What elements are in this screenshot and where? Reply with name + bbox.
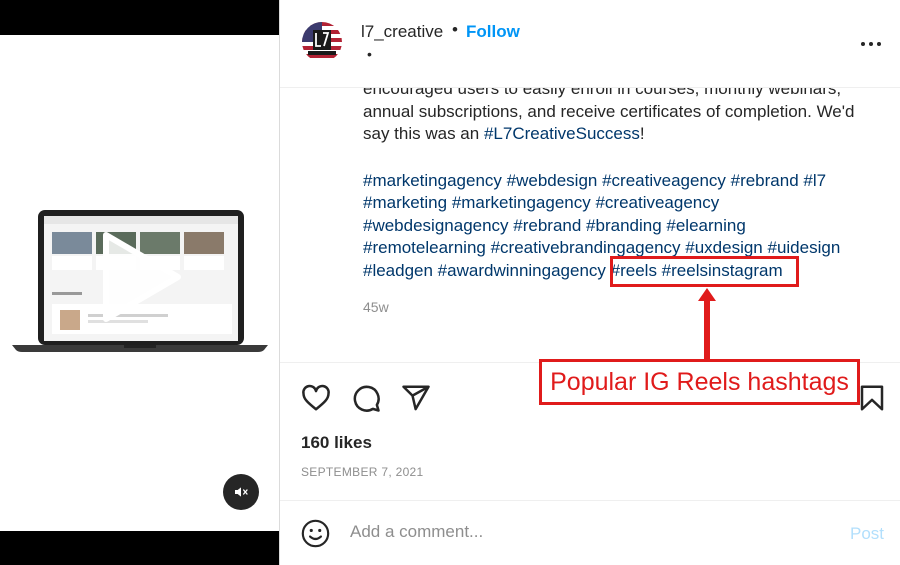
like-heart-icon[interactable] xyxy=(301,383,331,413)
instagram-post-view: encouraged users to easily enroll in cou… xyxy=(0,0,900,565)
comment-input[interactable] xyxy=(350,522,820,542)
post-age[interactable]: 45w xyxy=(363,299,389,315)
hashtag-line[interactable]: #webdesignagency #rebrand #branding #ele… xyxy=(363,215,883,238)
post-date: SEPTEMBER 7, 2021 xyxy=(301,465,424,479)
caption-line: annual subscriptions, and receive certif… xyxy=(363,101,855,121)
comment-composer: Post xyxy=(280,500,900,565)
location-dot: • xyxy=(367,46,372,62)
emoji-icon[interactable] xyxy=(301,519,330,548)
post-header: l7_creative • Follow • xyxy=(280,0,900,88)
caption-line: say this was an #L7CreativeSuccess! xyxy=(363,123,883,146)
l7-creative-logo xyxy=(302,22,342,62)
share-send-icon[interactable] xyxy=(401,383,431,413)
separator-dot: • xyxy=(452,20,458,39)
post-details-panel: encouraged users to easily enroll in cou… xyxy=(279,0,900,565)
comment-icon[interactable] xyxy=(351,383,381,413)
media-pane xyxy=(0,0,279,565)
more-options-icon[interactable] xyxy=(859,32,883,56)
avatar[interactable] xyxy=(302,22,342,62)
likes-count[interactable]: 160 likes xyxy=(301,433,372,453)
hashtag-link[interactable]: #L7CreativeSuccess xyxy=(484,124,640,143)
follow-button[interactable]: Follow xyxy=(466,22,520,42)
caption-text: encouraged users to easily enroll in cou… xyxy=(363,78,883,146)
save-bookmark-icon[interactable] xyxy=(857,383,887,413)
caption-text-fragment: ! xyxy=(639,124,645,143)
video-frame[interactable] xyxy=(0,35,279,531)
caption-text-fragment: say this was an xyxy=(363,124,484,143)
post-comment-button[interactable]: Post xyxy=(850,524,884,544)
annotation-callout: Popular IG Reels hashtags xyxy=(539,359,860,405)
mute-button[interactable] xyxy=(223,474,259,510)
laptop-video-thumbnail[interactable] xyxy=(12,210,268,388)
hashtag-line[interactable]: #marketingagency #webdesign #creativeage… xyxy=(363,170,883,193)
username[interactable]: l7_creative xyxy=(361,22,443,42)
hashtag-highlight-box xyxy=(610,256,799,287)
hashtag-line[interactable]: #marketing #marketingagency #creativeage… xyxy=(363,192,883,215)
annotation-arrow xyxy=(698,288,716,360)
hashtag-fragment[interactable]: #leadgen #awardwinningagency xyxy=(363,261,611,280)
volume-muted-icon xyxy=(235,487,248,497)
